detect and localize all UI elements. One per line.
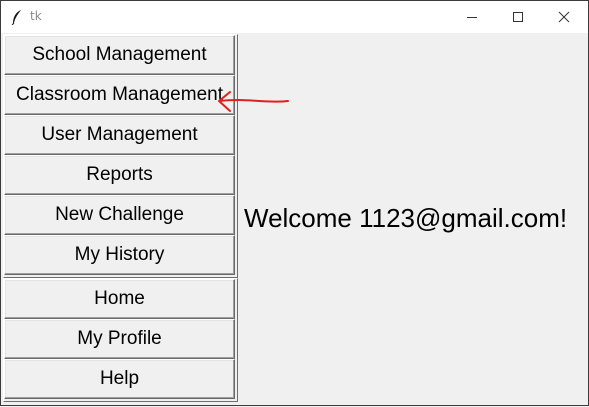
feather-icon bbox=[11, 10, 21, 25]
maximize-icon bbox=[513, 12, 523, 22]
user-management-button[interactable]: User Management bbox=[4, 115, 235, 155]
classroom-management-button[interactable]: Classroom Management bbox=[4, 75, 235, 115]
close-icon bbox=[558, 11, 570, 23]
my-history-button[interactable]: My History bbox=[4, 235, 235, 275]
reports-button[interactable]: Reports bbox=[4, 155, 235, 195]
close-button[interactable] bbox=[541, 1, 587, 33]
home-button[interactable]: Home bbox=[4, 279, 235, 319]
minimize-button[interactable] bbox=[449, 1, 495, 33]
help-button[interactable]: Help bbox=[4, 359, 235, 399]
app-window: tk School Management Classroom Managemen… bbox=[0, 0, 589, 406]
school-management-button[interactable]: School Management bbox=[4, 35, 235, 75]
main-menu-panel: School Management Classroom Management U… bbox=[3, 34, 238, 278]
secondary-menu-panel: Home My Profile Help bbox=[3, 278, 238, 402]
welcome-message: Welcome 1123@gmail.com! bbox=[244, 203, 568, 233]
client-area: School Management Classroom Management U… bbox=[1, 33, 588, 405]
title-bar[interactable]: tk bbox=[1, 1, 588, 33]
my-profile-button[interactable]: My Profile bbox=[4, 319, 235, 359]
window-title: tk bbox=[30, 9, 42, 23]
new-challenge-button[interactable]: New Challenge bbox=[4, 195, 235, 235]
minimize-icon bbox=[467, 17, 477, 18]
maximize-button[interactable] bbox=[495, 1, 541, 33]
